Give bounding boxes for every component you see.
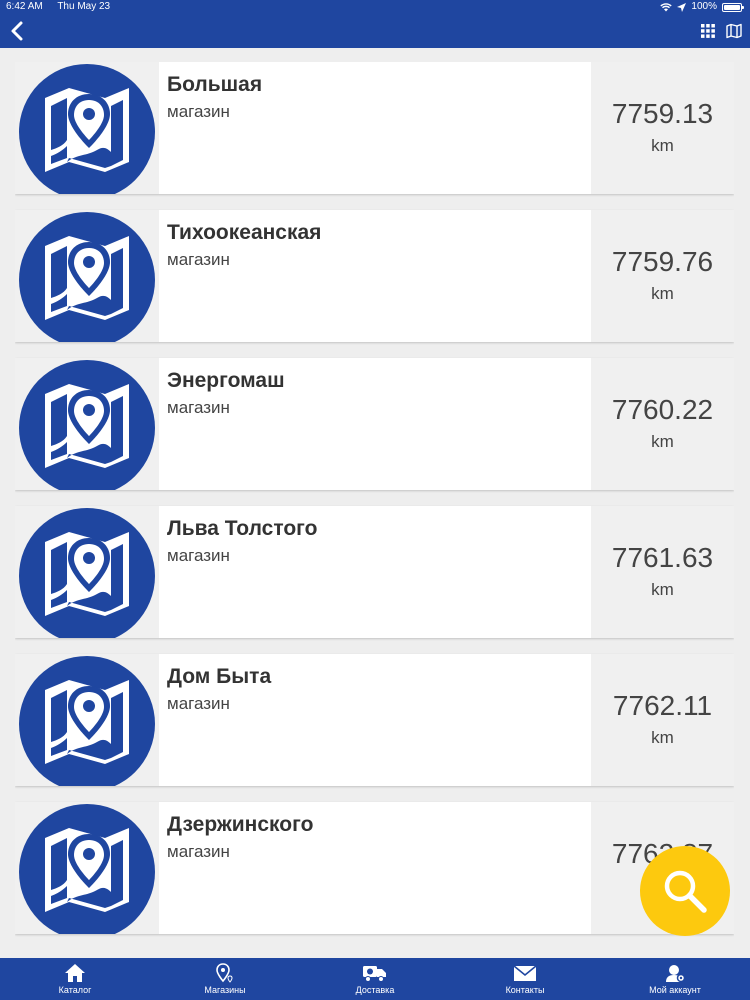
distance-unit: km <box>651 728 674 747</box>
store-card[interactable]: Дом Быта магазин 7762.11 km <box>15 654 734 786</box>
map-pin-icon <box>216 963 233 983</box>
store-type: магазин <box>167 842 230 861</box>
store-info: Большая магазин <box>159 62 591 194</box>
wifi-icon <box>660 2 673 11</box>
store-list[interactable]: Большая магазин 7759.13 km Тихоокеанская <box>15 62 734 960</box>
tab-catalog[interactable]: Каталог <box>0 958 150 1000</box>
tab-contacts-label: Контакты <box>505 985 545 995</box>
tab-stores[interactable]: Магазины <box>150 958 300 1000</box>
store-distance: 7762.11 km <box>591 654 734 786</box>
tab-account[interactable]: Мой аккаунт <box>600 958 750 1000</box>
store-distance: 7759.76 km <box>591 210 734 342</box>
distance-value: 7759.13 <box>611 98 714 129</box>
tab-delivery[interactable]: Доставка <box>300 958 450 1000</box>
distance-value: 7760.22 <box>611 394 714 425</box>
store-map-icon <box>19 64 155 194</box>
store-thumbnail <box>15 802 159 934</box>
tab-bar: Каталог Магазины Доставка Контакты Мой а… <box>0 958 750 1000</box>
envelope-icon <box>513 965 537 981</box>
store-map-icon <box>19 656 155 786</box>
store-name: Льва Толстого <box>167 517 318 540</box>
grid-view-icon[interactable] <box>700 23 716 39</box>
tab-catalog-label: Каталог <box>58 985 92 995</box>
distance-unit: km <box>651 580 674 599</box>
distance-unit: km <box>651 432 674 451</box>
store-name: Энергомаш <box>167 369 285 392</box>
store-card[interactable]: Энергомаш магазин 7760.22 km <box>15 358 734 490</box>
status-time: 6:42 AM <box>6 1 43 12</box>
store-thumbnail <box>15 62 159 194</box>
store-card[interactable]: Тихоокеанская магазин 7759.76 km <box>15 210 734 342</box>
store-card[interactable]: Дзержинского магазин 7762.87 km <box>15 802 734 934</box>
location-arrow-icon <box>677 2 687 12</box>
store-info: Энергомаш магазин <box>159 358 591 490</box>
store-info: Дзержинского магазин <box>159 802 591 934</box>
tab-delivery-label: Доставка <box>355 985 395 995</box>
store-type: магазин <box>167 398 230 417</box>
store-distance: 7761.63 km <box>591 506 734 638</box>
store-name: Большая <box>167 73 263 96</box>
account-icon <box>666 965 686 983</box>
store-info: Льва Толстого магазин <box>159 506 591 638</box>
store-distance: 7760.22 km <box>591 358 734 490</box>
store-type: магазин <box>167 250 230 269</box>
store-map-icon <box>19 804 155 934</box>
search-button[interactable] <box>640 846 730 936</box>
store-name: Дзержинского <box>167 813 314 836</box>
store-thumbnail <box>15 210 159 342</box>
store-type: магазин <box>167 694 230 713</box>
store-name: Дом Быта <box>167 665 272 688</box>
distance-value: 7759.76 <box>611 246 714 277</box>
tab-contacts[interactable]: Контакты <box>450 958 600 1000</box>
store-map-icon <box>19 508 155 638</box>
store-thumbnail <box>15 358 159 490</box>
tab-account-label: Мой аккаунт <box>649 985 701 995</box>
distance-value: 7761.63 <box>611 542 714 573</box>
delivery-truck-icon <box>363 966 386 982</box>
distance-unit: km <box>651 284 674 303</box>
store-map-icon <box>19 212 155 342</box>
store-map-icon <box>19 360 155 490</box>
store-thumbnail <box>15 506 159 638</box>
status-date: Thu May 23 <box>57 1 111 12</box>
store-info: Тихоокеанская магазин <box>159 210 591 342</box>
store-name: Тихоокеанская <box>167 221 322 244</box>
store-info: Дом Быта магазин <box>159 654 591 786</box>
store-thumbnail <box>15 654 159 786</box>
tab-stores-label: Магазины <box>204 985 246 995</box>
store-card[interactable]: Большая магазин 7759.13 km <box>15 62 734 194</box>
status-bar: 6:42 AM Thu May 23 100% <box>0 0 750 14</box>
store-card[interactable]: Льва Толстого магазин 7761.63 km <box>15 506 734 638</box>
battery-icon <box>722 3 744 12</box>
nav-bar <box>0 14 750 48</box>
distance-value: 7762.11 <box>612 690 713 721</box>
search-icon <box>664 870 707 913</box>
map-view-icon[interactable] <box>726 23 742 39</box>
home-icon <box>65 964 85 982</box>
store-type: магазин <box>167 102 230 121</box>
distance-unit: km <box>651 136 674 155</box>
back-arrow-icon[interactable] <box>6 20 28 42</box>
store-distance: 7759.13 km <box>591 62 734 194</box>
store-type: магазин <box>167 546 230 565</box>
battery-percent: 100% <box>691 1 717 12</box>
